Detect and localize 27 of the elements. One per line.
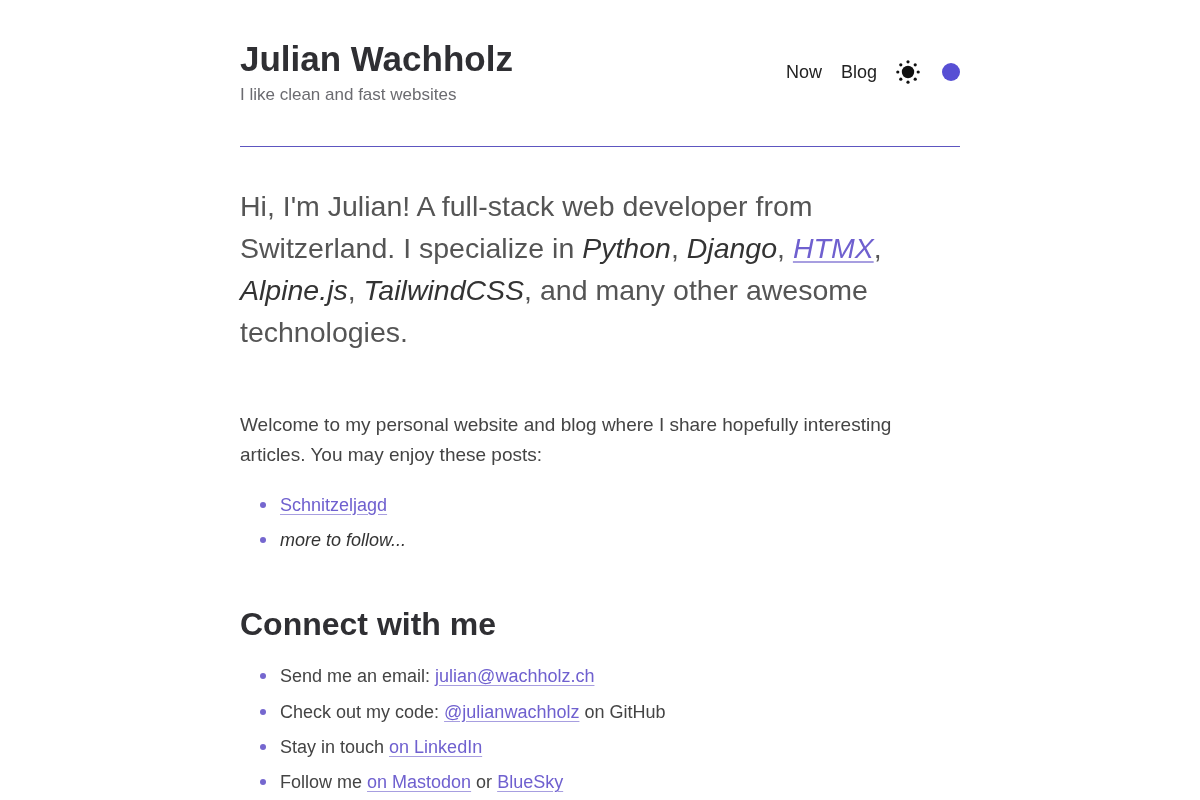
- contact-sentence: Follow me on Mastodon or BlueSky: [280, 771, 564, 795]
- welcome-paragraph: Welcome to my personal website and blog where I share hopefully interesting articles. You may enjoy these posts:: [240, 413, 893, 467]
- contact-sentence: Stay in touch on LinkedIn: [280, 735, 483, 759]
- nav-link[interactable]: Blog: [840, 60, 877, 84]
- bullet-icon: [260, 708, 266, 715]
- text-link[interactable]: on Mastodon: [367, 772, 472, 793]
- site-title: Julian Wachholz: [240, 38, 513, 80]
- bullet-icon: [260, 536, 266, 543]
- list-item-text: more to follow...: [280, 528, 407, 552]
- text-link[interactable]: julian@wachholz.ch: [435, 666, 595, 687]
- bullet-icon: [260, 673, 266, 680]
- site-tagline: I like clean and fast websites: [240, 84, 457, 106]
- text-link[interactable]: @julianwachholz: [444, 701, 580, 722]
- text-link[interactable]: Schnitzeljagd: [280, 494, 388, 515]
- bullet-icon: [260, 743, 266, 750]
- nav-link[interactable]: Now: [785, 60, 822, 84]
- contact-sentence: Send me an email: julian@wachholz.ch: [280, 665, 595, 689]
- intro-paragraph: Hi, I'm Julian! A full-stack web developer from Switzerland. I specialize in Python, Django, HTMX, Alpine.js, TailwindCSS, and many other awesome technologies.: [240, 189, 883, 350]
- text-link[interactable]: BlueSky: [497, 772, 564, 793]
- contact-sentence: Check out my code: @julianwachholz on GitHub: [280, 700, 666, 724]
- text-link[interactable]: on LinkedIn: [389, 736, 483, 757]
- text-link[interactable]: HTMX: [792, 232, 874, 264]
- dot-icon[interactable]: [942, 63, 960, 81]
- section-heading: Connect with me: [240, 604, 497, 644]
- bullet-icon: [260, 501, 266, 508]
- bullet-icon: [260, 779, 266, 786]
- sun-icon[interactable]: [896, 60, 920, 84]
